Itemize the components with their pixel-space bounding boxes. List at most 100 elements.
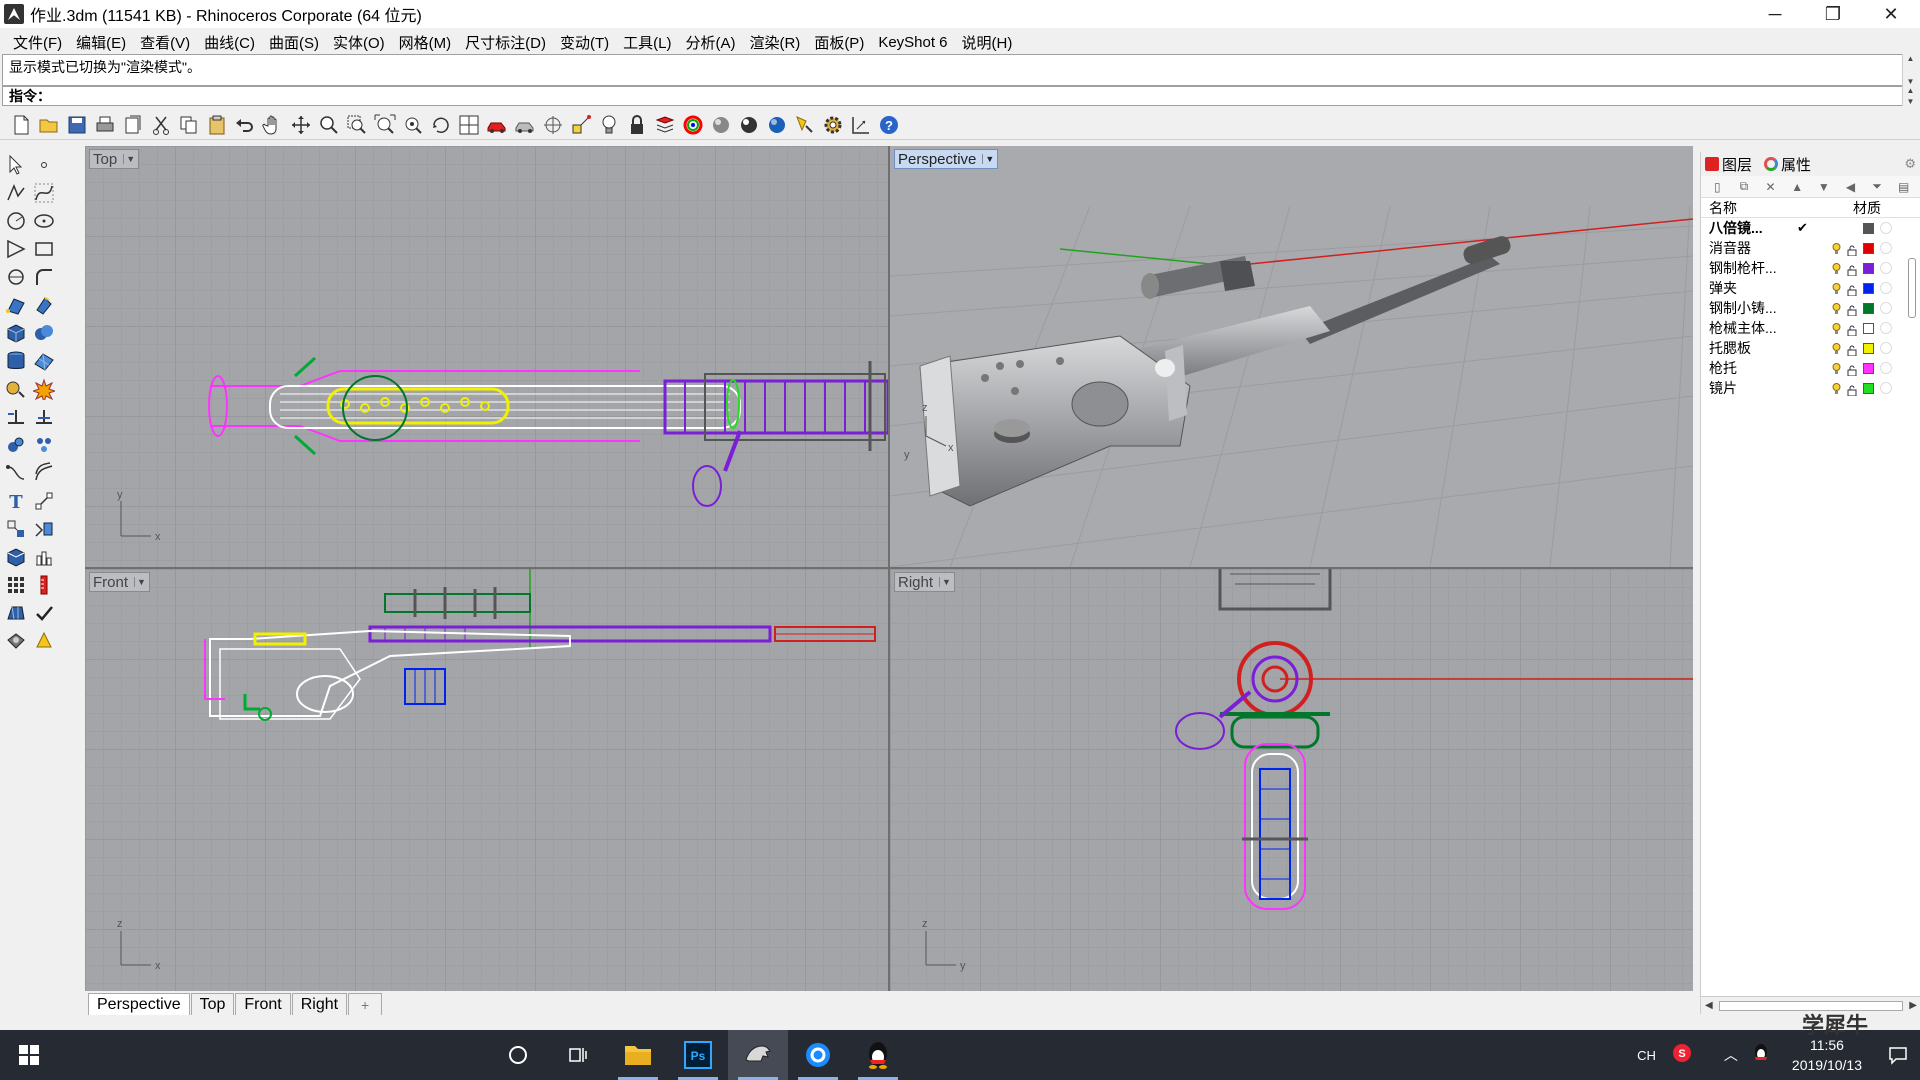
rotate-view-icon[interactable] [428, 112, 454, 138]
layer-name[interactable]: 托腮板 [1709, 338, 1797, 358]
zoom-window-icon[interactable] [344, 112, 370, 138]
unlock-icon[interactable] [1847, 363, 1857, 376]
layer-color-swatch[interactable] [1863, 262, 1874, 274]
layer-color-swatch[interactable] [1863, 322, 1874, 334]
shaded-car-icon[interactable] [512, 112, 538, 138]
menu-surface[interactable]: 曲面(S) [262, 32, 326, 53]
perspective-viewport[interactable]: z y x Perspective ▼ [890, 146, 1693, 567]
distance-icon[interactable] [30, 572, 58, 598]
layer-color-swatch[interactable] [1863, 362, 1874, 374]
menu-transform[interactable]: 变动(T) [553, 32, 616, 53]
material-circle-icon[interactable] [1880, 282, 1892, 294]
layer-row[interactable]: 托腮板 [1701, 338, 1920, 358]
split-icon[interactable] [30, 404, 58, 430]
layer-color-swatch[interactable] [1863, 242, 1874, 254]
flow-along-icon[interactable] [30, 516, 58, 542]
ellipse-icon[interactable] [30, 208, 58, 234]
menu-render[interactable]: 渲染(R) [742, 32, 807, 53]
move-out-icon[interactable]: ◀ [1840, 178, 1861, 196]
lock-icon[interactable] [624, 112, 650, 138]
top-viewport-label[interactable]: Top ▼ [89, 149, 140, 169]
layer-options-icon[interactable]: ▤ [1893, 178, 1914, 196]
material-sphere-icon[interactable] [736, 112, 762, 138]
top-viewport[interactable]: y x Top ▼ [85, 146, 888, 567]
select-arrow-icon[interactable] [2, 152, 30, 178]
layer-name[interactable]: 钢制枪杆... [1709, 258, 1797, 278]
surface-corner-icon[interactable] [2, 292, 30, 318]
render-sphere-icon[interactable] [708, 112, 734, 138]
layer-list-scrollbar[interactable] [1908, 258, 1916, 318]
chevron-down-icon[interactable]: ▼ [982, 154, 994, 164]
material-circle-icon[interactable] [1880, 262, 1892, 274]
sogou-icon[interactable]: S [1672, 1043, 1692, 1067]
scroll-down-icon[interactable]: ▼ [1907, 97, 1915, 106]
column-name-header[interactable]: 名称 [1709, 198, 1853, 218]
tray-qq-icon[interactable] [1752, 1043, 1770, 1067]
chevron-down-icon[interactable]: ▼ [939, 577, 951, 587]
copy-icon[interactable] [176, 112, 202, 138]
material-circle-icon[interactable] [1880, 362, 1892, 374]
cylinder-icon[interactable] [2, 348, 30, 374]
light-bulb-icon[interactable] [1831, 382, 1841, 394]
control-point-curve-icon[interactable] [30, 180, 58, 206]
boolean-union-icon[interactable] [30, 320, 58, 346]
four-viewports-icon[interactable] [456, 112, 482, 138]
taskbar-browser[interactable] [788, 1030, 848, 1080]
options-gear-icon[interactable] [820, 112, 846, 138]
tab-layers[interactable]: 图层 [1705, 154, 1752, 175]
minimize-button[interactable]: ─ [1746, 0, 1804, 28]
unlock-icon[interactable] [1847, 283, 1857, 296]
environment-sphere-icon[interactable] [764, 112, 790, 138]
blend-curve-icon[interactable] [2, 460, 30, 486]
check-icon[interactable] [30, 600, 58, 626]
menu-analyze[interactable]: 分析(A) [678, 32, 742, 53]
pan-hand-icon[interactable] [260, 112, 286, 138]
explode-icon[interactable] [30, 376, 58, 402]
scroll-up-icon[interactable]: ▲ [1907, 54, 1915, 63]
material-circle-icon[interactable] [1880, 242, 1892, 254]
material-circle-icon[interactable] [1880, 342, 1892, 354]
unlock-icon[interactable] [1847, 243, 1857, 256]
render-tools-icon[interactable] [2, 376, 30, 402]
point-icon[interactable] [30, 152, 58, 178]
unlock-icon[interactable] [1847, 383, 1857, 396]
tab-top[interactable]: Top [190, 993, 235, 1015]
menu-file[interactable]: 文件(F) [6, 32, 69, 53]
taskbar-photoshop[interactable]: Ps [668, 1030, 728, 1080]
zoom-icon[interactable] [316, 112, 342, 138]
layer-row[interactable]: 钢制小铸... [1701, 298, 1920, 318]
paste-icon[interactable] [204, 112, 230, 138]
layer-color-swatch[interactable] [1863, 302, 1874, 314]
material-circle-icon[interactable] [1880, 302, 1892, 314]
new-layer-icon[interactable]: ▯ [1707, 178, 1728, 196]
layer-row[interactable]: 消音器 [1701, 238, 1920, 258]
circle-icon[interactable] [2, 208, 30, 234]
spotlight-icon[interactable] [792, 112, 818, 138]
task-view-button[interactable] [548, 1030, 608, 1080]
panel-gear-icon[interactable]: ⚙ [1904, 156, 1916, 172]
command-input[interactable] [55, 88, 1903, 104]
move-view-icon[interactable] [288, 112, 314, 138]
new-file-icon[interactable] [8, 112, 34, 138]
start-button[interactable] [0, 1030, 58, 1080]
scroll-up-icon[interactable]: ▲ [1907, 86, 1915, 95]
layer-name[interactable]: 钢制小铸... [1709, 298, 1797, 318]
menu-mesh[interactable]: 网格(M) [392, 32, 459, 53]
transform-icon[interactable] [2, 516, 30, 542]
zoom-extents-icon[interactable] [372, 112, 398, 138]
box-solid-icon[interactable] [2, 320, 30, 346]
light-bulb-icon[interactable] [596, 112, 622, 138]
layer-row[interactable]: 镜片 [1701, 378, 1920, 398]
polygon-icon[interactable] [2, 236, 30, 262]
front-viewport-label[interactable]: Front ▼ [89, 572, 150, 592]
right-viewport-label[interactable]: Right ▼ [894, 572, 955, 592]
chevron-down-icon[interactable]: ▼ [123, 154, 135, 164]
light-bulb-icon[interactable] [1831, 262, 1841, 274]
delete-layer-icon[interactable]: ✕ [1760, 178, 1781, 196]
add-viewport-tab-button[interactable]: + [348, 993, 383, 1015]
scroll-left-icon[interactable]: ◀ [1705, 1000, 1713, 1011]
target-icon[interactable] [540, 112, 566, 138]
menu-curve[interactable]: 曲线(C) [197, 32, 262, 53]
layer-icon[interactable] [652, 112, 678, 138]
system-clock[interactable]: 11:56 2019/10/13 [1792, 1035, 1862, 1075]
